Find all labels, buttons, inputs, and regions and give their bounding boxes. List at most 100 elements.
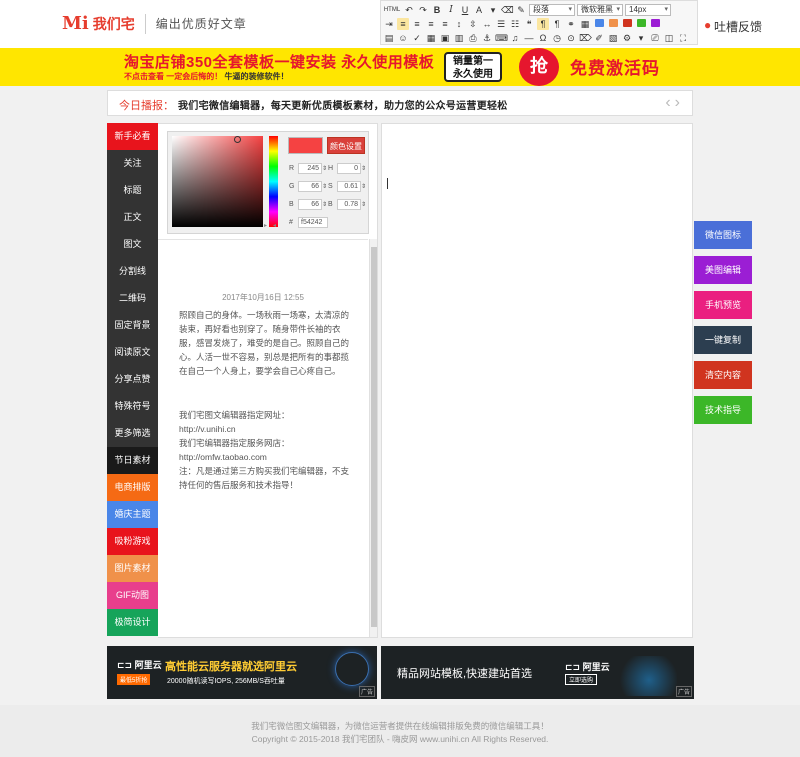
- ad2-buy-button[interactable]: 立即选购: [565, 674, 598, 685]
- nav-item[interactable]: 二维码: [107, 285, 158, 312]
- nav-item[interactable]: 更多筛选: [107, 420, 158, 447]
- nav-item[interactable]: 图文: [107, 231, 158, 258]
- line-height-icon[interactable]: ↕: [453, 18, 465, 30]
- nav-item[interactable]: GIF动图推荐: [107, 582, 176, 609]
- color-set-button[interactable]: 颜色设置: [327, 137, 365, 154]
- h-value[interactable]: 0: [337, 163, 361, 174]
- saturation-value-field[interactable]: [172, 136, 263, 227]
- aliyun-ad-right[interactable]: 精品网站模板,快速建站首选 ⊏⊐ 阿里云 立即选购 广告: [381, 646, 694, 699]
- nav-item[interactable]: 标题: [107, 177, 158, 204]
- nav-item[interactable]: 新手必看推荐: [107, 123, 176, 150]
- underline-icon[interactable]: U: [459, 4, 471, 16]
- g-field[interactable]: G 66 ⇕: [289, 181, 327, 193]
- paint-icon[interactable]: ✐: [593, 32, 605, 44]
- spellcheck-icon[interactable]: ✓: [411, 32, 423, 44]
- nav-item[interactable]: 分割线: [107, 258, 158, 285]
- grid-icon[interactable]: ▤: [383, 32, 395, 44]
- aliyun-ad-left[interactable]: ⊏⊐ 阿里云 最低5折抢 高性能云服务器就选阿里云 20000随机读写IOPS,…: [107, 646, 377, 699]
- chevron-left-icon[interactable]: ‹: [665, 94, 674, 111]
- align-right-icon[interactable]: ≡: [425, 18, 437, 30]
- nav-item[interactable]: 分享点赞: [107, 366, 158, 393]
- s-field[interactable]: S 0.61 ⇕: [328, 181, 366, 193]
- article-line[interactable]: http://v.unihi.cn: [179, 422, 355, 436]
- date-icon[interactable]: ◷: [551, 32, 563, 44]
- nav-item[interactable]: 关注: [107, 150, 158, 177]
- time-icon[interactable]: ⊙: [565, 32, 577, 44]
- special-char-icon[interactable]: Ω: [537, 32, 549, 44]
- feedback-link[interactable]: 吐槽反馈: [714, 18, 762, 35]
- h-field[interactable]: H 0 ⇕: [328, 163, 366, 175]
- r-field[interactable]: R 245 ⇕: [289, 163, 327, 175]
- format-brush-icon[interactable]: ✎: [515, 4, 527, 16]
- logo[interactable]: Mi 我们宅 编出优质好文章: [62, 13, 247, 34]
- action-button[interactable]: 清空内容: [694, 361, 752, 389]
- nav-item[interactable]: 图片素材推荐: [107, 555, 176, 582]
- image-icon[interactable]: [593, 18, 605, 30]
- font-color-icon[interactable]: A: [473, 4, 485, 16]
- action-button[interactable]: 技术指导: [694, 396, 752, 424]
- color-cursor[interactable]: [234, 136, 241, 143]
- v-value[interactable]: 0.78: [337, 199, 361, 210]
- align-left-icon[interactable]: ≡: [397, 18, 409, 30]
- dropdown-arrow-icon[interactable]: ▾: [487, 4, 499, 16]
- nav-item[interactable]: 节日素材2018: [107, 447, 178, 474]
- chevron-right-icon[interactable]: ›: [675, 94, 684, 111]
- link-icon[interactable]: ⚭: [565, 18, 577, 30]
- preview-icon[interactable]: ◫: [663, 32, 675, 44]
- video-icon[interactable]: [621, 18, 633, 30]
- align-justify-icon[interactable]: ≡: [439, 18, 451, 30]
- hex-field[interactable]: # f54242: [289, 217, 328, 229]
- nav-item[interactable]: 电商排版VIP: [107, 474, 174, 501]
- preview-scrollbar[interactable]: [369, 239, 377, 637]
- ordered-list-icon[interactable]: ☰: [495, 18, 507, 30]
- r-value[interactable]: 245: [298, 163, 322, 174]
- g-value[interactable]: 66: [298, 181, 322, 192]
- editor-canvas[interactable]: [381, 123, 693, 638]
- print-icon[interactable]: ⎚: [649, 32, 661, 44]
- settings-icon[interactable]: ⚙: [621, 32, 633, 44]
- anchor-icon[interactable]: ⚓: [481, 32, 493, 44]
- action-button[interactable]: 一键复制: [694, 326, 752, 354]
- merge-cells-icon[interactable]: ▣: [439, 32, 451, 44]
- more-dropdown-icon[interactable]: ▾: [635, 32, 647, 44]
- undo-icon[interactable]: ↶: [403, 4, 415, 16]
- rtl-icon[interactable]: ¶: [551, 18, 563, 30]
- emoji-icon[interactable]: ☺: [397, 32, 409, 44]
- audio-icon[interactable]: ♫: [509, 32, 521, 44]
- paragraph-spacing-icon[interactable]: ⇳: [467, 18, 479, 30]
- article-line[interactable]: http://omfw.taobao.com: [179, 450, 355, 464]
- indent-icon[interactable]: ⇥: [383, 18, 395, 30]
- nav-item[interactable]: 阅读原文: [107, 339, 158, 366]
- blockquote-icon[interactable]: ❝: [523, 18, 535, 30]
- music-icon[interactable]: [635, 18, 647, 30]
- scrollbar-thumb[interactable]: [371, 247, 377, 627]
- hue-slider-arrows[interactable]: ▸◂: [264, 222, 286, 229]
- attachment-icon[interactable]: ⎙: [467, 32, 479, 44]
- promo-banner[interactable]: 淘宝店铺350全套模板一键安装 永久使用模板 不点击查看 一定会后悔的！ 牛逼的…: [0, 48, 800, 86]
- align-center-icon[interactable]: ≡: [411, 18, 423, 30]
- background-icon[interactable]: ▧: [607, 32, 619, 44]
- clear-format-icon[interactable]: ⌫: [501, 4, 514, 16]
- ltr-icon[interactable]: ¶: [537, 18, 549, 30]
- paragraph-select[interactable]: 段落: [529, 4, 575, 16]
- italic-icon[interactable]: I: [445, 4, 457, 16]
- font-family-select[interactable]: 微软雅黑: [577, 4, 623, 16]
- redo-icon[interactable]: ↷: [417, 4, 429, 16]
- nav-item[interactable]: 固定背景: [107, 312, 158, 339]
- map-icon[interactable]: [649, 18, 661, 30]
- eraser-icon[interactable]: ⌦: [579, 32, 592, 44]
- nav-item[interactable]: 特殊符号: [107, 393, 158, 420]
- html-source-button[interactable]: HTML: [383, 4, 401, 16]
- s-value[interactable]: 0.61: [337, 181, 361, 192]
- fullscreen-icon[interactable]: ⛶: [677, 32, 689, 44]
- action-button[interactable]: 微信图标: [694, 221, 752, 249]
- v-field[interactable]: B 0.78 ⇕: [328, 199, 366, 211]
- action-button[interactable]: 美图编辑: [694, 256, 752, 284]
- b-field[interactable]: B 66 ⇕: [289, 199, 327, 211]
- bold-icon[interactable]: B: [431, 4, 443, 16]
- nav-item[interactable]: 吸粉游戏广告: [107, 528, 176, 555]
- letter-spacing-icon[interactable]: ↔: [481, 18, 493, 30]
- split-cells-icon[interactable]: ▥: [453, 32, 465, 44]
- hue-slider[interactable]: [269, 136, 278, 227]
- table-icon[interactable]: ▦: [579, 18, 591, 30]
